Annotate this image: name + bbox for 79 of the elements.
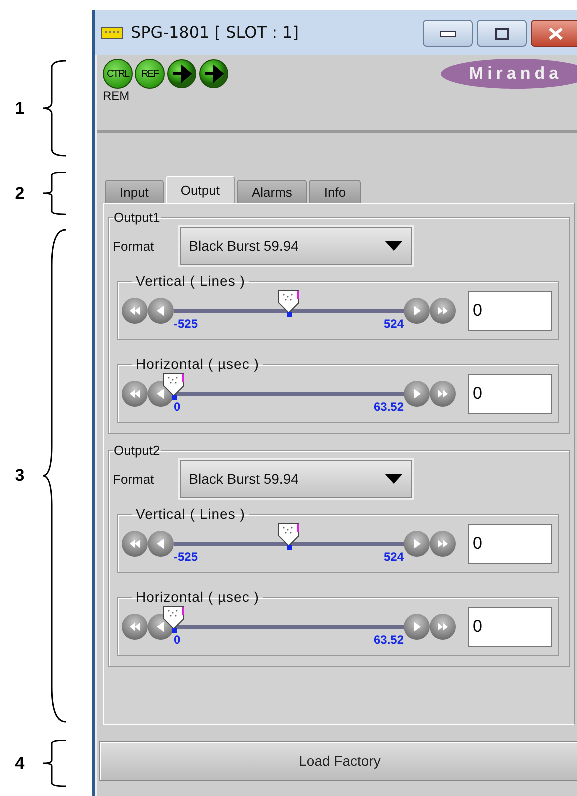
logo: Miranda [441,59,577,89]
load-factory-button[interactable]: Load Factory [99,741,577,781]
minimize-icon [440,30,456,36]
right-arrow-icon [411,389,423,399]
double-left-arrow-icon [129,622,141,632]
group-title: Horizontal ( µsec ) [135,589,260,605]
double-left-arrow-icon [129,539,141,549]
status-led: CTRL [103,59,133,89]
step-forward-button[interactable] [404,298,430,324]
tab[interactable]: Info [309,180,362,203]
card-icon [101,26,123,38]
tab[interactable]: Input [105,180,164,203]
right-arrow-icon [411,622,423,632]
fast-forward-button[interactable] [430,298,456,324]
left-arrow-icon [155,622,167,632]
min-label: 0 [174,400,181,414]
value-field[interactable]: 0 [468,374,552,414]
caret-icon [385,474,404,484]
tab[interactable]: Output [166,176,235,203]
slider-thumb[interactable] [162,372,186,400]
left-arrow-icon [155,389,167,399]
fast-forward-button[interactable] [430,531,456,557]
tab[interactable]: Alarms [236,180,308,203]
left-arrow-icon [155,539,167,549]
group-title: Output1 [113,210,162,225]
double-right-arrow-icon [437,389,449,399]
min-label: 0 [174,633,181,647]
callout-number: 3 [14,466,26,486]
max-label: 63.52 [374,400,404,414]
group-title: Vertical ( Lines ) [135,273,246,289]
fast-rewind-button[interactable] [122,614,148,640]
format-label: Format [113,238,154,254]
close-icon [548,28,564,40]
fast-rewind-button[interactable] [122,381,148,407]
value-field[interactable]: 0 [468,524,552,564]
max-label: 524 [384,550,404,564]
value-field[interactable]: 0 [468,607,552,647]
slider-thumb[interactable] [277,289,301,317]
min-label: -525 [174,550,198,564]
format-label: Format [113,472,154,486]
left-arrow-icon [155,306,167,316]
format-dropdown[interactable]: Black Burst 59.94 [180,460,412,498]
group-title: Vertical ( Lines ) [135,506,246,522]
callout-number: 1 [14,98,26,118]
max-label: 524 [384,317,404,331]
callout-number: 2 [14,184,26,204]
callout-number: 4 [14,754,26,774]
double-left-arrow-icon [129,389,141,399]
group-title: Horizontal ( µsec ) [135,356,260,372]
maximize-icon [495,28,509,40]
double-right-arrow-icon [437,539,449,549]
step-back-button[interactable] [148,298,174,324]
status-led: REF [135,59,165,89]
caret-icon [385,241,404,251]
value-field[interactable]: 0 [468,291,552,331]
group-title: Output2 [113,443,162,458]
fast-rewind-button[interactable] [122,298,148,324]
max-label: 63.52 [374,633,404,647]
step-forward-button[interactable] [404,614,430,640]
fast-forward-button[interactable] [430,381,456,407]
format-dropdown[interactable]: Black Burst 59.94 [180,227,412,265]
min-label: -525 [174,317,198,331]
right-arrow-icon [411,306,423,316]
fast-forward-button[interactable] [430,614,456,640]
right-arrow-icon [411,539,423,549]
step-forward-button[interactable] [404,381,430,407]
double-left-arrow-icon [129,306,141,316]
step-forward-button[interactable] [404,531,430,557]
fast-rewind-button[interactable] [122,531,148,557]
step-back-button[interactable] [148,531,174,557]
window-title: SPG-1801 [ SLOT : 1] [131,23,300,42]
slider-thumb[interactable] [277,522,301,550]
minimize-button[interactable] [423,20,473,47]
slider-thumb[interactable] [162,605,186,633]
maximize-button[interactable] [477,20,527,47]
status-caption: REM [103,89,131,103]
double-right-arrow-icon [437,306,449,316]
double-right-arrow-icon [437,622,449,632]
close-button[interactable] [531,20,577,47]
